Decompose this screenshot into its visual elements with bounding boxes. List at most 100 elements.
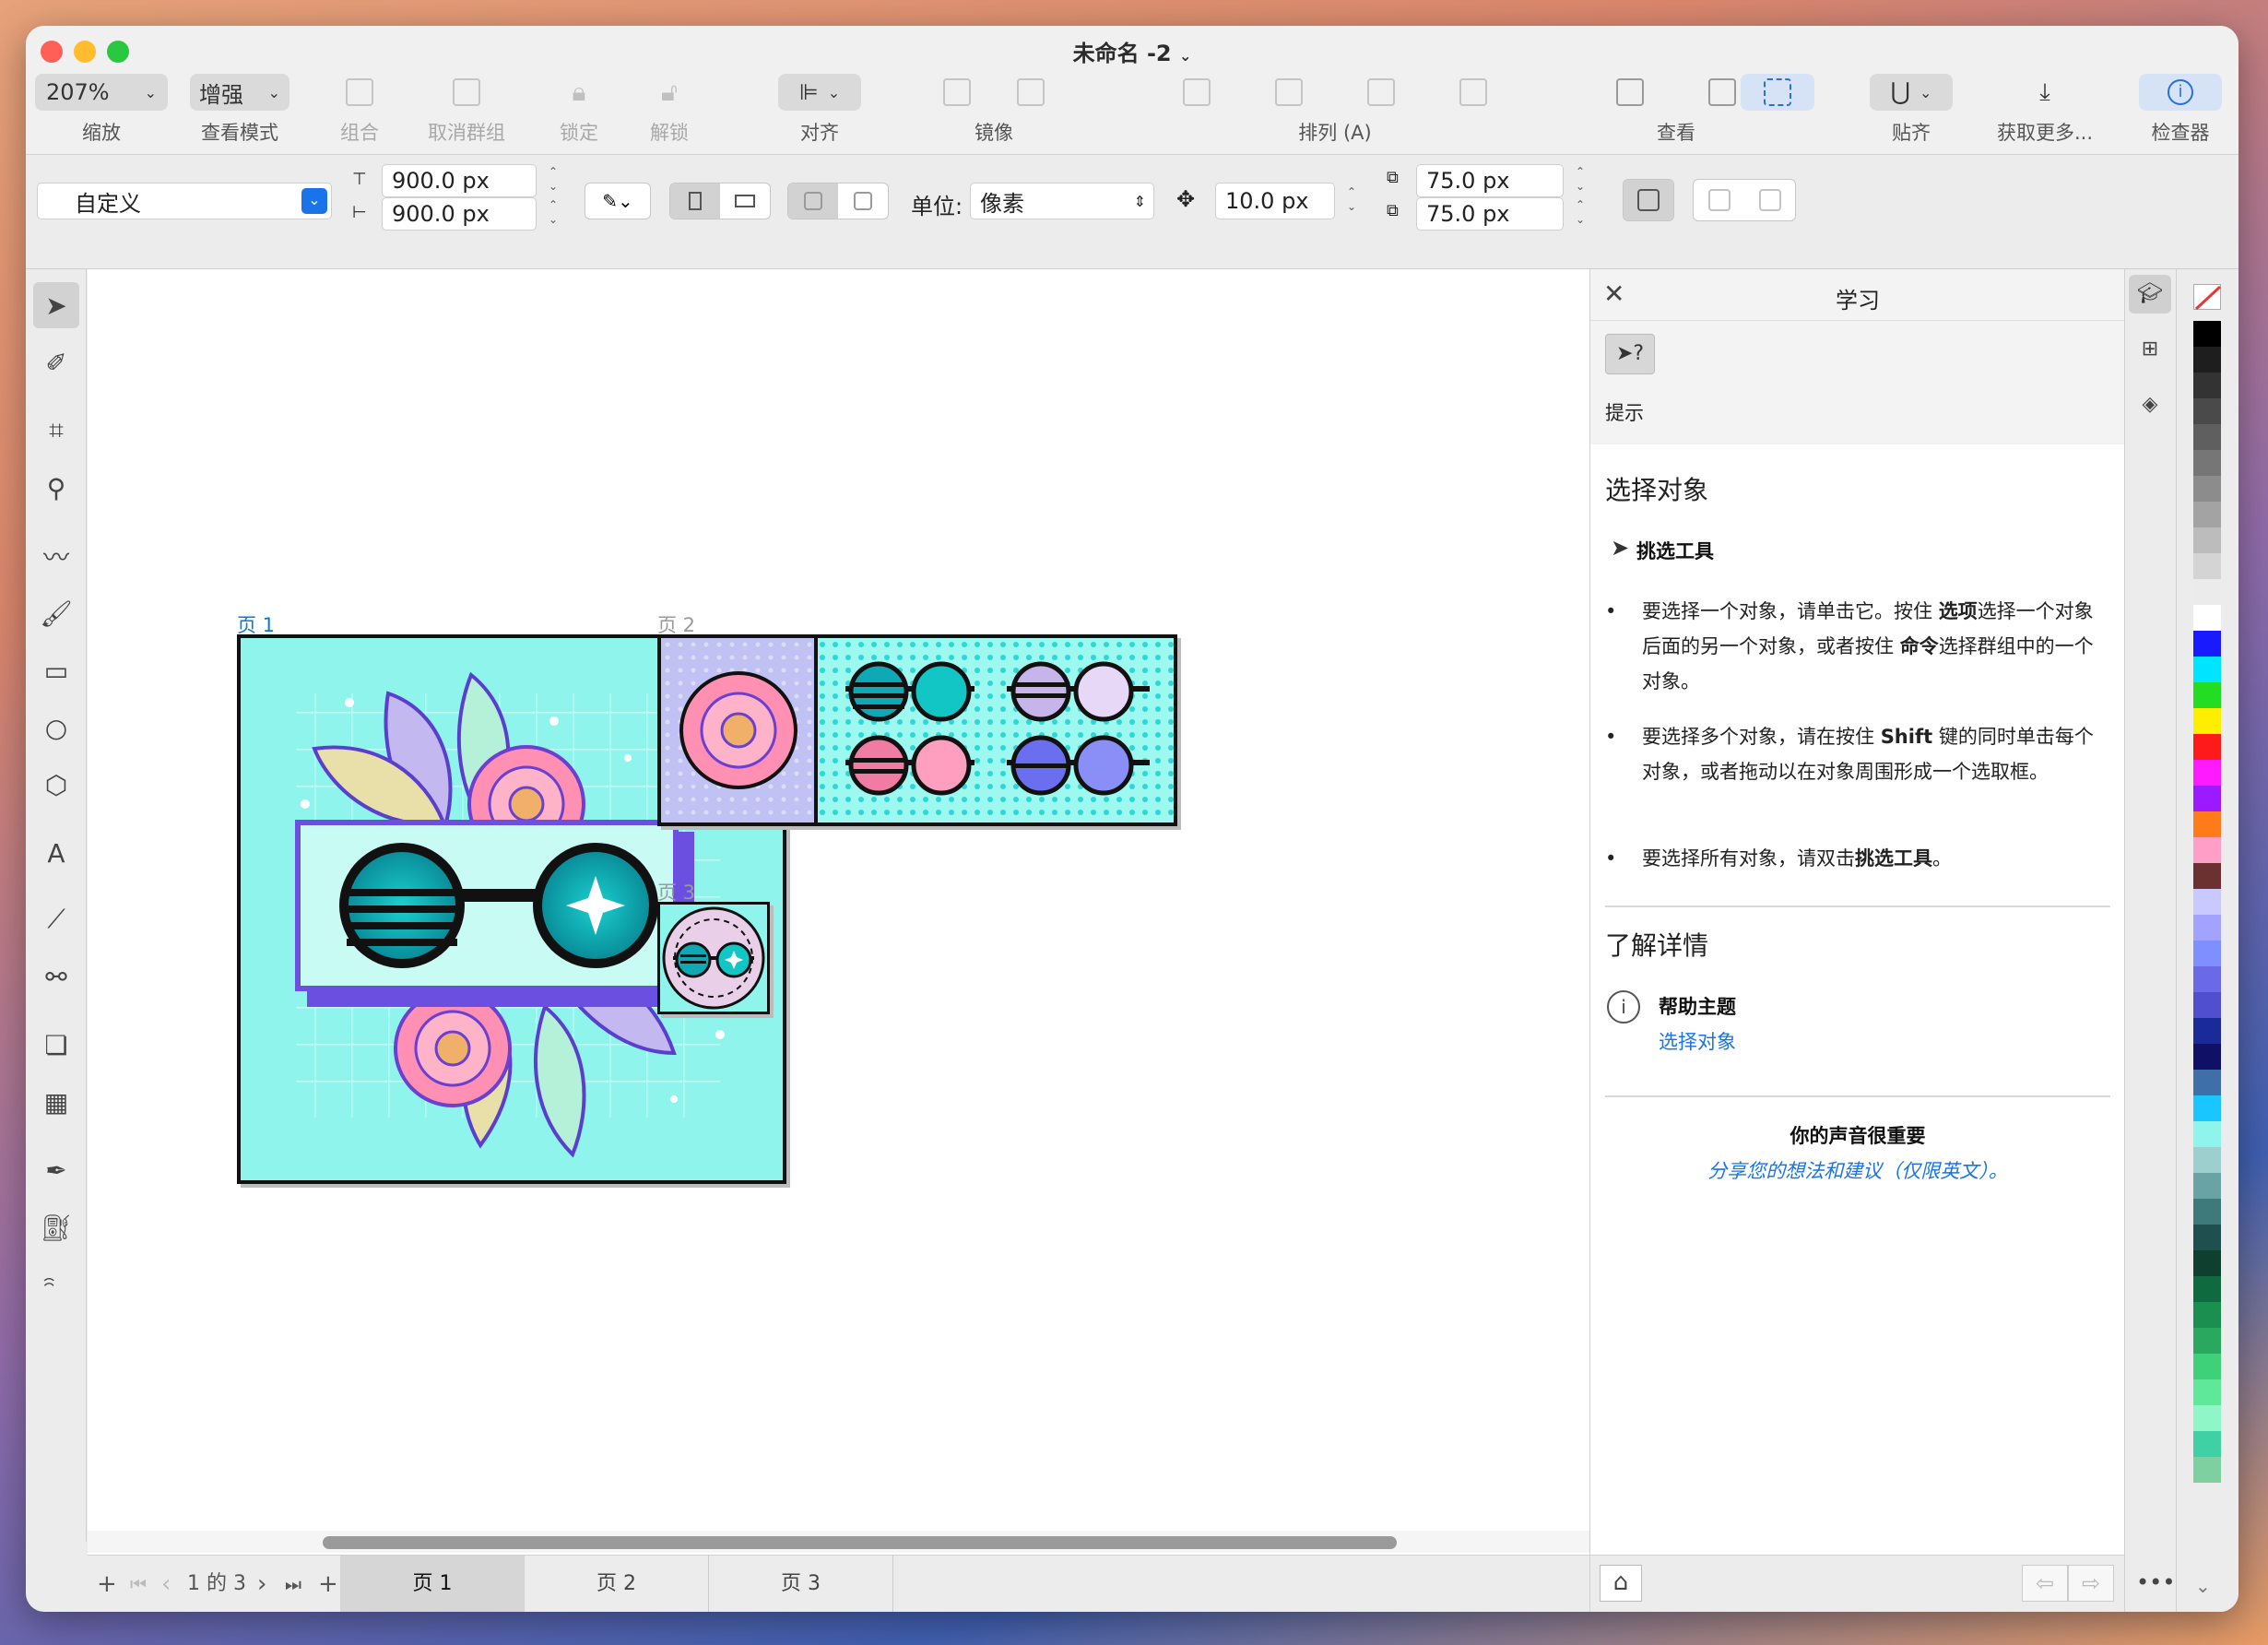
swatch[interactable] [2193, 502, 2221, 527]
next-page-button[interactable]: › [257, 1556, 266, 1612]
lock-button[interactable]: 🔒︎ 锁定 [542, 74, 616, 148]
unit-select[interactable]: 像素 ⇕ [970, 183, 1154, 219]
page-tab-3[interactable]: 页 3 [709, 1556, 893, 1612]
parallel-dimension-tool[interactable]: ⟋ [33, 896, 79, 942]
swatch[interactable] [2193, 1173, 2221, 1199]
first-page-button[interactable]: ⏮ [130, 1556, 147, 1612]
swatch[interactable] [2193, 734, 2221, 760]
swatch[interactable] [2193, 321, 2221, 347]
swatch[interactable] [2193, 1250, 2221, 1276]
snap-control[interactable]: ⋃ ⌄ 贴齐 [1870, 74, 1953, 148]
add-page-before-button[interactable]: + [97, 1556, 117, 1612]
page-2[interactable] [657, 634, 1177, 826]
duplicate-y-stepper[interactable]: ⌃ ⌄ [1571, 197, 1589, 231]
window-title[interactable]: 未命名 -2 ⌄ [26, 35, 2238, 67]
zoom-control[interactable]: 207% ⌄ 缩放 [35, 74, 168, 148]
layers-tab[interactable]: ◈ [2129, 385, 2171, 424]
swatch[interactable] [2193, 398, 2221, 424]
prev-page-button[interactable]: ‹ [161, 1556, 171, 1612]
drop-shadow-tool[interactable]: ❏ [33, 1022, 79, 1068]
nudge-stepper[interactable]: ⌃ ⌄ [1342, 184, 1361, 218]
artistic-media-tool[interactable]: 🖌︎ [33, 590, 79, 636]
swatch[interactable] [2193, 760, 2221, 786]
width-stepper[interactable]: ⌃ ⌄ [544, 164, 562, 197]
swatch[interactable] [2193, 889, 2221, 915]
horizontal-scrollbar[interactable] [88, 1531, 1618, 1553]
unlock-button[interactable]: 🔓︎ 解锁 [632, 74, 706, 148]
bleed-a-button[interactable] [1694, 180, 1744, 220]
swatch[interactable] [2193, 1225, 2221, 1250]
swatch[interactable] [2193, 786, 2221, 811]
no-fill-swatch[interactable] [2193, 284, 2222, 311]
align-button[interactable]: ⊫ ⌄ 对齐 [778, 74, 861, 148]
forward-arrow-icon[interactable]: ⇨ [2068, 1565, 2114, 1602]
swatch[interactable] [2193, 1121, 2221, 1147]
palette-options-icon[interactable]: ⌄ [2195, 1575, 2211, 1597]
get-more-button[interactable]: ⤓ 获取更多... [1990, 74, 2100, 148]
swatch[interactable] [2193, 1302, 2221, 1328]
swatch[interactable] [2193, 657, 2221, 682]
inspector-button[interactable]: i 检查器 [2130, 74, 2231, 148]
page-tab-2[interactable]: 页 2 [525, 1556, 709, 1612]
rulers-icon[interactable] [1616, 78, 1644, 106]
feedback-link[interactable]: 分享您的想法和建议（仅限英文）。 [1590, 1156, 2125, 1184]
help-topic-link[interactable]: 选择对象 [1659, 1027, 1736, 1055]
swatch[interactable] [2193, 579, 2221, 605]
page-size-preset[interactable]: 自定义 ⌄ [37, 183, 332, 219]
swatch[interactable] [2193, 966, 2221, 992]
height-stepper[interactable]: ⌃ ⌄ [544, 197, 562, 231]
view-mode-control[interactable]: 增强 ⌄ 查看模式 [175, 74, 304, 148]
swatch[interactable] [2193, 631, 2221, 657]
interactive-fill-tool[interactable]: ⛽︎ [33, 1204, 79, 1250]
swatch[interactable] [2193, 424, 2221, 450]
swatch[interactable] [2193, 1354, 2221, 1379]
text-tool[interactable]: A [33, 830, 79, 876]
swatch[interactable] [2193, 1431, 2221, 1457]
swatch[interactable] [2193, 553, 2221, 579]
swatch[interactable] [2193, 527, 2221, 553]
swatch[interactable] [2193, 811, 2221, 837]
drawing-canvas[interactable]: 页 1 页 2 页 3 [88, 269, 1645, 1555]
zoom-tool[interactable]: ⚲ [33, 465, 79, 511]
ellipse-tool[interactable]: ○ [33, 704, 79, 751]
swatch[interactable] [2193, 915, 2221, 941]
current-page-button[interactable] [838, 183, 888, 219]
hints-button[interactable]: ➤? [1605, 334, 1655, 374]
learn-tab[interactable]: 🎓︎ [2129, 275, 2171, 314]
page-layout-toggle[interactable] [787, 183, 889, 219]
shape-tool[interactable]: ✐ [33, 339, 79, 385]
page-dimension-option[interactable]: ✎⌄ [585, 183, 651, 219]
mirror-control[interactable]: 镜像 [920, 74, 1068, 148]
swatch[interactable] [2193, 992, 2221, 1018]
nudge-distance-field[interactable]: 10.0 px [1215, 183, 1335, 219]
objects-tab[interactable]: ⊞ [2129, 330, 2171, 369]
freehand-tool[interactable]: 〰 [33, 533, 79, 579]
bleed-b-button[interactable] [1744, 180, 1795, 220]
last-page-button[interactable]: ⏭ [285, 1556, 301, 1612]
page-3[interactable] [657, 902, 770, 1014]
swatch[interactable] [2193, 1199, 2221, 1225]
swatch[interactable] [2193, 1147, 2221, 1173]
swatch[interactable] [2193, 1405, 2221, 1431]
connector-tool[interactable]: ⚯ [33, 953, 79, 1000]
guidelines-button[interactable] [1741, 74, 1814, 148]
swatch[interactable] [2193, 605, 2221, 631]
swatch[interactable] [2193, 347, 2221, 373]
arrange-control[interactable]: 排列 (A) [1151, 74, 1519, 148]
swatch[interactable] [2193, 837, 2221, 863]
swatch[interactable] [2193, 708, 2221, 734]
back-arrow-icon[interactable]: ⇦ [2022, 1565, 2068, 1602]
duplicate-y-field[interactable]: 75.0 px [1416, 197, 1564, 231]
page-height-field[interactable]: 900.0 px [382, 197, 537, 231]
polygon-tool[interactable]: ⬡ [33, 762, 79, 808]
swatch[interactable] [2193, 1457, 2221, 1483]
all-pages-button[interactable] [788, 183, 838, 219]
swatch[interactable] [2193, 1328, 2221, 1354]
swatch[interactable] [2193, 941, 2221, 966]
smart-fill-tool[interactable]: ꩰ [33, 1271, 79, 1317]
portrait-button[interactable] [670, 183, 720, 219]
group-button[interactable]: 组合 [323, 74, 396, 148]
swatch[interactable] [2193, 1044, 2221, 1070]
page-width-field[interactable]: 900.0 px [382, 164, 537, 197]
swatch[interactable] [2193, 1276, 2221, 1302]
